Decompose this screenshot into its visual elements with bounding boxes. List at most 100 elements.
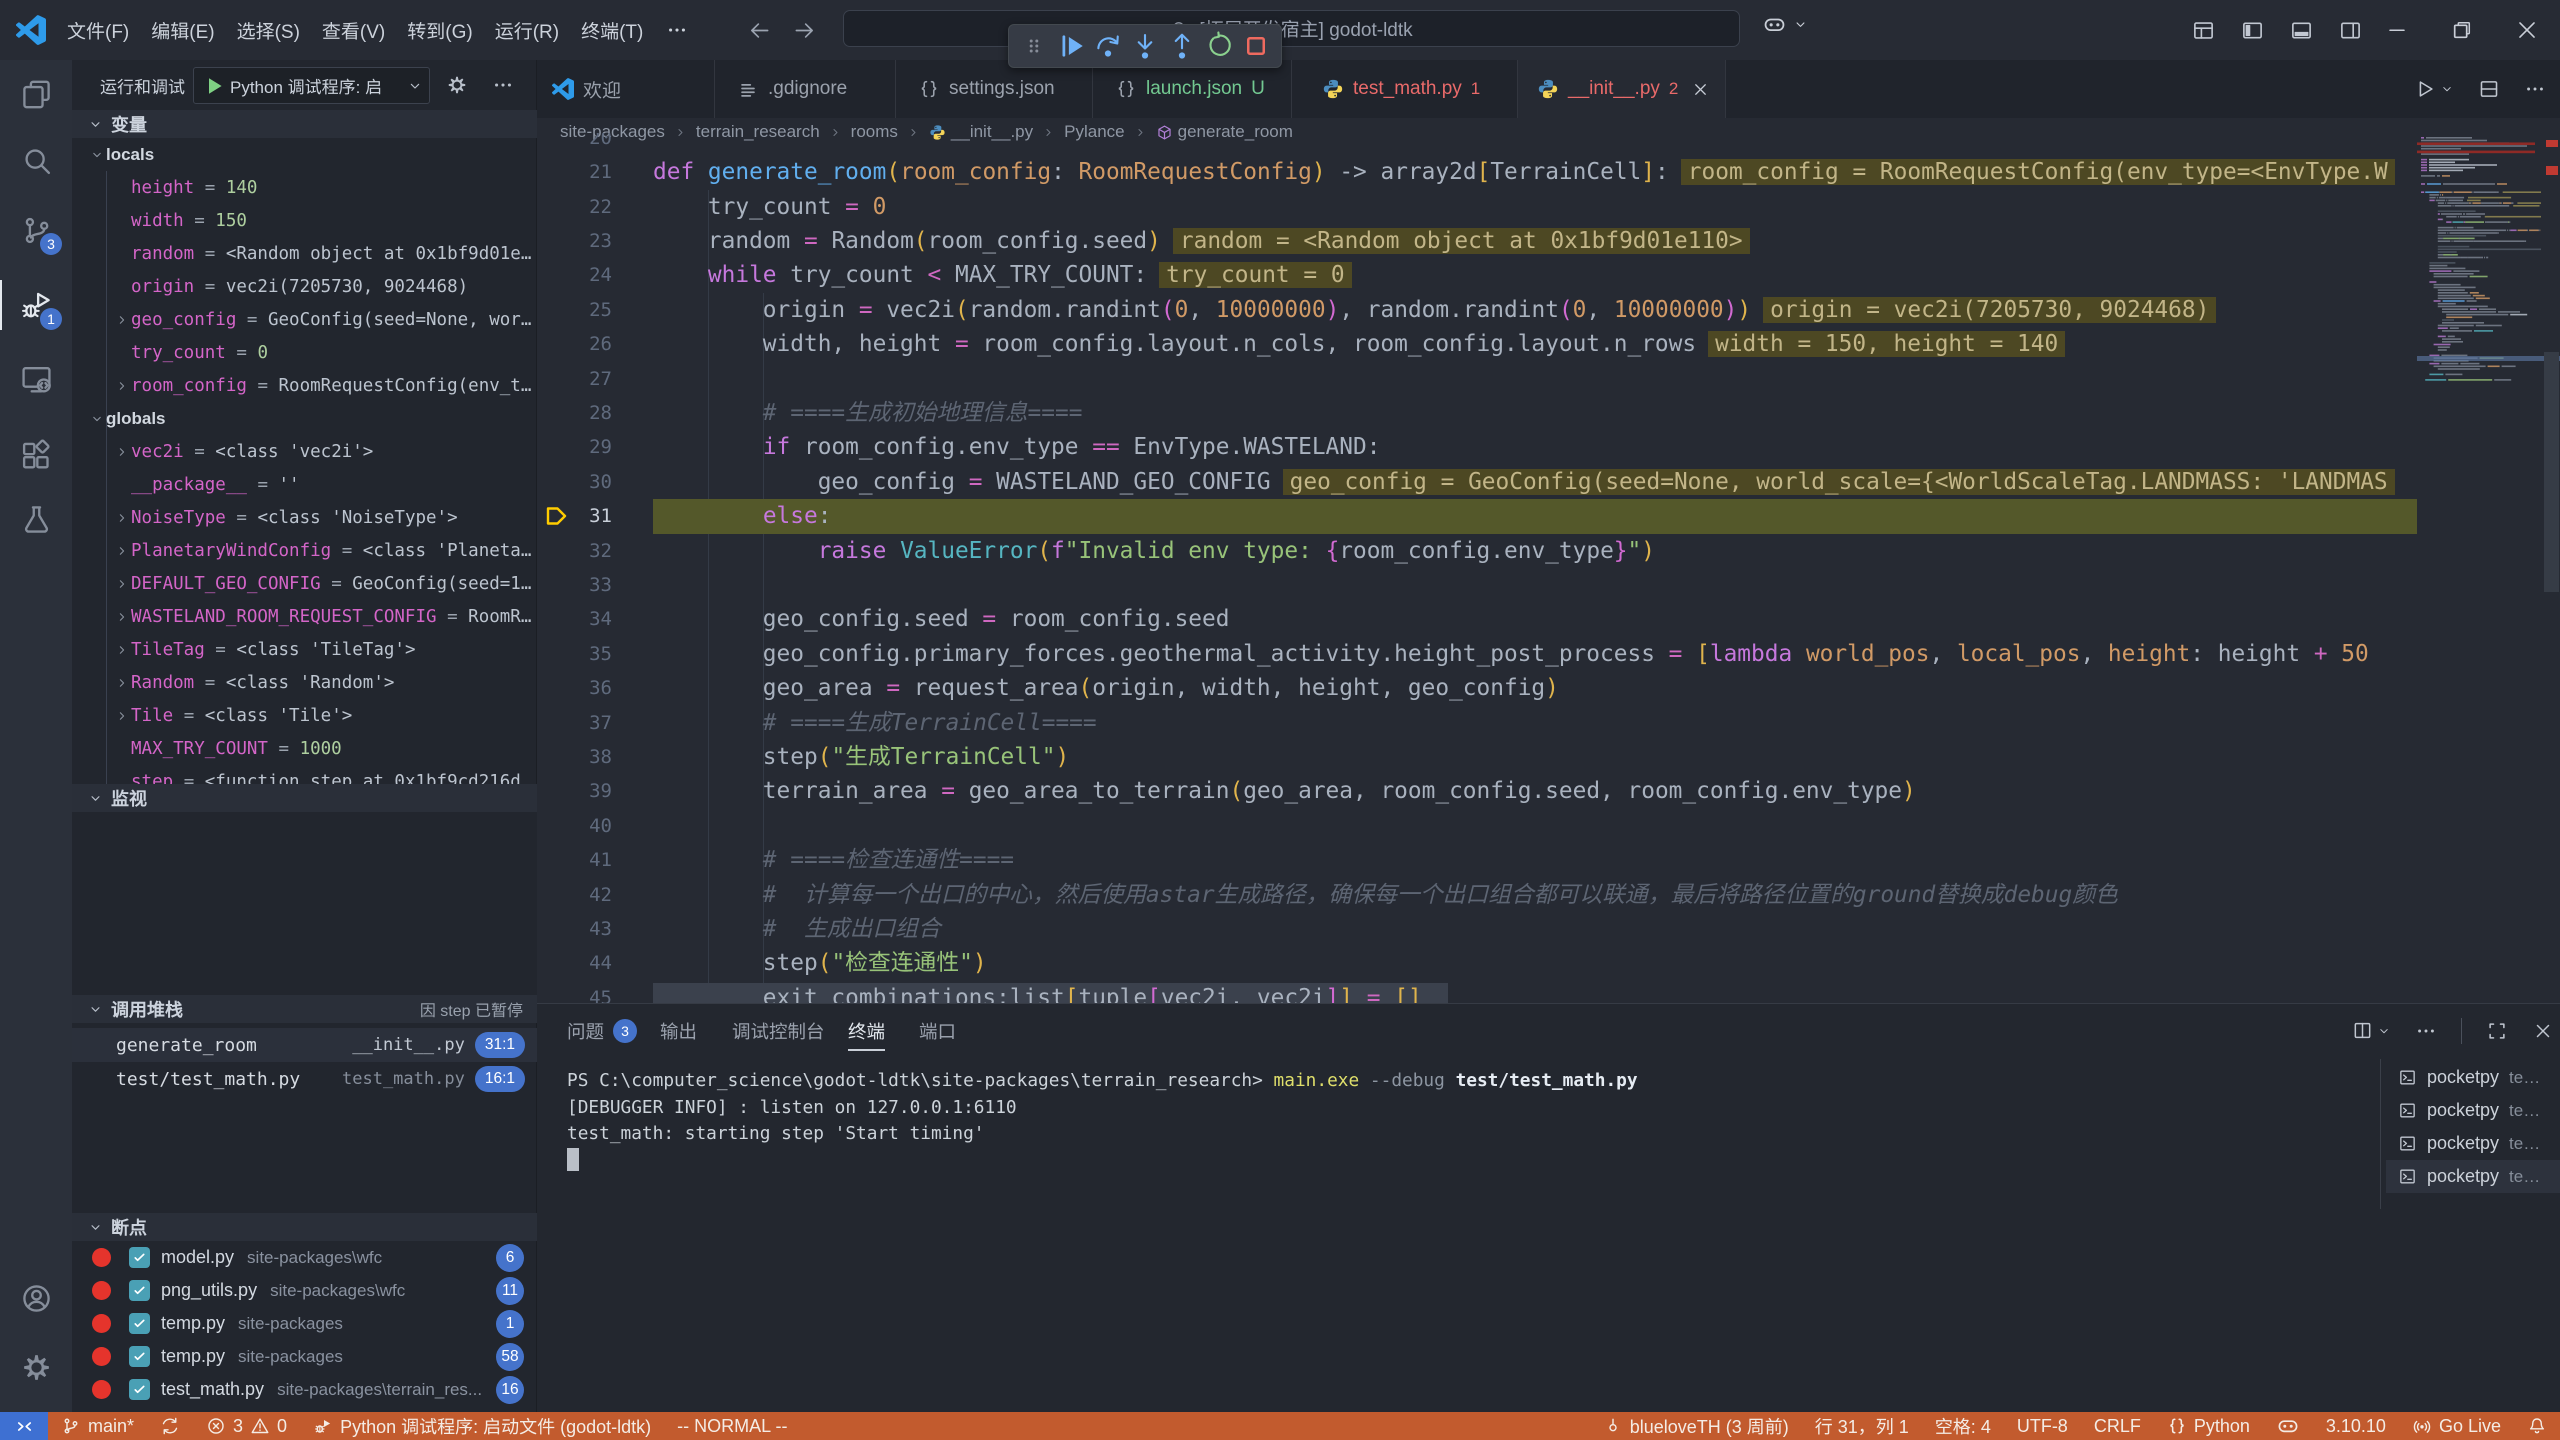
sync-status[interactable] (147, 1412, 193, 1440)
run-python-file-button[interactable] (2414, 78, 2454, 100)
activitybar-remote-explorer[interactable] (0, 346, 72, 412)
menu-选择[interactable]: 选择(S) (226, 11, 311, 50)
toggle-primary-sidebar-icon[interactable] (2241, 19, 2264, 42)
python-version[interactable]: 3.10.10 (2313, 1412, 2399, 1440)
activitybar-manage[interactable] (0, 1334, 72, 1400)
close-panel-icon[interactable] (2532, 1020, 2554, 1042)
variable-MAX_TRY_COUNT[interactable]: MAX_TRY_COUNT = 1000 (72, 732, 537, 765)
panel-more-actions-icon[interactable] (2415, 1020, 2437, 1042)
breakpoint-checkbox[interactable] (129, 1346, 150, 1367)
eol[interactable]: CRLF (2081, 1412, 2154, 1440)
window-restore-button[interactable] (2429, 0, 2494, 60)
panel-tab-输出[interactable]: 输出 (660, 1004, 697, 1057)
variable-Random[interactable]: Random = <class 'Random'> (72, 666, 537, 699)
debug-step-out-icon[interactable] (1164, 27, 1201, 65)
breakpoints-section-header[interactable]: 断点 (72, 1213, 537, 1241)
variable-Tile[interactable]: Tile = <class 'Tile'> (72, 699, 537, 732)
history-forward-icon[interactable] (793, 19, 816, 42)
gitlens-blame[interactable]: blueloveTH (3 周前) (1590, 1412, 1802, 1440)
breakpoint-checkbox[interactable] (129, 1313, 150, 1334)
language-mode[interactable]: Python (2154, 1412, 2263, 1440)
variable-TileTag[interactable]: TileTag = <class 'TileTag'> (72, 633, 537, 666)
watch-section-header[interactable]: 监视 (72, 784, 537, 812)
variable-step[interactable]: step = <function step at 0x1bf9cd216d (72, 765, 537, 784)
activitybar-explorer[interactable] (0, 61, 72, 127)
command-center-search[interactable]: [拓展开发宿主] godot-ldtk (843, 10, 1740, 47)
variable-DEFAULT_GEO_CONFIG[interactable]: DEFAULT_GEO_CONFIG = GeoConfig(seed=1… (72, 567, 537, 600)
activitybar-search[interactable] (0, 127, 72, 193)
menu-转到[interactable]: 转到(G) (396, 11, 483, 50)
debug-step-over-icon[interactable] (1089, 27, 1126, 65)
breakpoint-checkbox[interactable] (129, 1280, 150, 1301)
copilot-menu-button[interactable] (1762, 12, 1808, 37)
terminal-instance-pocketpy[interactable]: pocketpyte… (2386, 1094, 2560, 1127)
panel-tab-端口[interactable]: 端口 (919, 1004, 956, 1057)
indentation[interactable]: 空格: 4 (1922, 1412, 2004, 1440)
activitybar-run-and-debug[interactable]: 1 (0, 272, 72, 338)
window-minimize-button[interactable] (2364, 0, 2429, 60)
split-editor-icon[interactable] (2478, 78, 2500, 100)
toggle-secondary-sidebar-icon[interactable] (2339, 19, 2362, 42)
variables-scope-locals[interactable]: locals (72, 138, 537, 171)
variable-width[interactable]: width = 150 (72, 204, 537, 237)
terminal-instance-pocketpy[interactable]: pocketpyte… (2386, 1160, 2560, 1193)
menu-查看[interactable]: 查看(V) (311, 11, 396, 50)
stack-frame-generate_room[interactable]: generate_room__init__.py31:1 (72, 1028, 537, 1062)
launch-configuration-dropdown[interactable]: Python 调试程序: 启 (193, 67, 430, 104)
menu-终端[interactable]: 终端(T) (570, 11, 654, 50)
panel-tab-终端[interactable]: 终端 (848, 1004, 885, 1057)
minimap[interactable] (2417, 133, 2541, 1003)
variable-NoiseType[interactable]: NoiseType = <class 'NoiseType'> (72, 501, 537, 534)
start-debugging-icon[interactable] (202, 74, 226, 98)
tab-__init__.py[interactable]: __init__.py2 (1518, 60, 1726, 118)
editor-more-actions-icon[interactable] (2524, 78, 2546, 100)
menu-编辑[interactable]: 编辑(E) (140, 11, 225, 50)
tab-test_math.py[interactable]: test_math.py1 (1292, 60, 1518, 118)
activitybar-source-control[interactable]: 3 (0, 197, 72, 263)
breakpoint-checkbox[interactable] (129, 1247, 150, 1268)
tab-close-icon[interactable] (1691, 80, 1710, 99)
problems-status[interactable]: 30 (193, 1412, 300, 1440)
variable-WASTELAND_ROOM_REQUEST_CONFIG[interactable]: WASTELAND_ROOM_REQUEST_CONFIG = RoomR… (72, 600, 537, 633)
history-back-icon[interactable] (748, 19, 771, 42)
breakpoint-test_math.py[interactable]: test_math.pysite-packages\terrain_res...… (72, 1373, 537, 1406)
tab-launch.json[interactable]: launch.jsonU (1093, 60, 1292, 118)
variable-height[interactable]: height = 140 (72, 171, 537, 204)
editor-scrollbar[interactable] (2544, 352, 2559, 592)
terminal-output[interactable]: PS C:\computer_science\godot-ldtk\site-p… (567, 1068, 2357, 1148)
panel-tab-问题[interactable]: 问题3 (567, 1004, 637, 1057)
code-editor[interactable]: 2021def generate_room(room_config: RoomR… (537, 133, 2417, 1003)
go-live[interactable]: Go Live (2399, 1412, 2514, 1440)
variables-scope-globals[interactable]: globals (72, 402, 537, 435)
cursor-position[interactable]: 行 31，列 1 (1802, 1412, 1922, 1440)
notifications[interactable] (2514, 1412, 2560, 1440)
customize-layout-icon[interactable] (2192, 19, 2215, 42)
encoding[interactable]: UTF-8 (2004, 1412, 2081, 1440)
debug-stop-icon[interactable] (1238, 27, 1275, 65)
variable-geo_config[interactable]: geo_config = GeoConfig(seed=None, wor… (72, 303, 537, 336)
variable-__package__[interactable]: __package__ = '' (72, 468, 537, 501)
variable-room_config[interactable]: room_config = RoomRequestConfig(env_t… (72, 369, 537, 402)
window-close-button[interactable] (2494, 0, 2559, 60)
callstack-section-header[interactable]: 调用堆栈 因 step 已暂停 (72, 995, 537, 1023)
debug-step-into-icon[interactable] (1126, 27, 1163, 65)
terminal-list-sash[interactable] (2380, 1059, 2381, 1209)
remote-indicator[interactable] (0, 1412, 48, 1440)
breakpoint-temp.py[interactable]: temp.pysite-packages58 (72, 1340, 537, 1373)
tab-欢迎[interactable]: 欢迎 (537, 60, 715, 118)
variable-try_count[interactable]: try_count = 0 (72, 336, 537, 369)
branch-status[interactable]: main* (48, 1412, 147, 1440)
activitybar-extensions[interactable] (0, 422, 72, 488)
maximize-panel-icon[interactable] (2486, 1020, 2508, 1042)
copilot-status[interactable] (2263, 1412, 2313, 1440)
debug-more-actions-icon[interactable] (492, 74, 514, 96)
variable-PlanetaryWindConfig[interactable]: PlanetaryWindConfig = <class 'Planeta… (72, 534, 537, 567)
toggle-panel-icon[interactable] (2290, 19, 2313, 42)
variable-origin[interactable]: origin = vec2i(7205730, 9024468) (72, 270, 537, 303)
debug-continue-icon[interactable] (1052, 27, 1089, 65)
split-terminal-button[interactable] (2352, 1020, 2391, 1041)
menu-文件[interactable]: 文件(F) (56, 11, 140, 50)
tab-.gdignore[interactable]: .gdignore (715, 60, 896, 118)
stack-frame-test/test_math.py[interactable]: test/test_math.pytest_math.py16:1 (72, 1062, 537, 1096)
variables-section-header[interactable]: 变量 (72, 110, 537, 138)
